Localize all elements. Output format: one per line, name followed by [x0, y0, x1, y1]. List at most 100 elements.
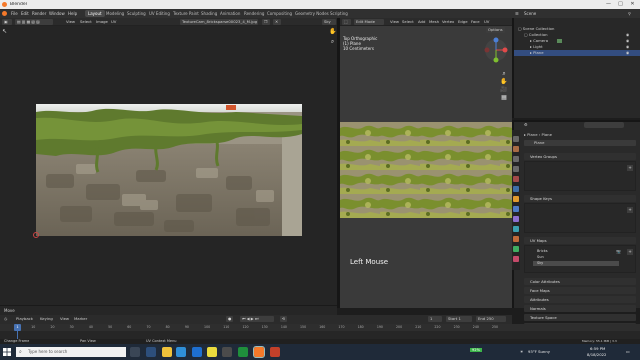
uv-map-add-button[interactable]: + [627, 249, 633, 255]
scene-tab-icon[interactable] [513, 176, 519, 182]
menu-select[interactable]: Select [78, 19, 94, 25]
chrome-icon[interactable] [207, 347, 217, 357]
timeline-editor-icon[interactable]: ◷ [2, 316, 9, 322]
tab-layout[interactable]: Layout [85, 10, 105, 17]
visibility-eye-icon[interactable]: ◉ [626, 50, 629, 56]
tab-uv-editing[interactable]: UV Editing [146, 10, 173, 17]
last-operator-panel[interactable]: Move [0, 305, 337, 315]
weather-text[interactable]: 93°F Sunny [528, 349, 550, 354]
menu-file[interactable]: File [11, 11, 18, 16]
vp-menu-add[interactable]: Add [416, 19, 427, 25]
uv-map-item-bricks[interactable]: Bricks [533, 249, 619, 254]
start-frame-field[interactable]: Start 1 [446, 316, 472, 322]
uv-maps-panel-header[interactable]: UV Maps [524, 237, 636, 244]
mode-selector[interactable]: Edit Mode [354, 19, 384, 25]
tab-geometry-nodes[interactable]: Geometry Nodes [292, 10, 332, 17]
windows-start-icon[interactable] [3, 348, 11, 356]
tool-tab-icon[interactable] [513, 136, 519, 142]
color-attributes-panel-header[interactable]: Color Attributes [524, 278, 636, 285]
mesh-data-name-field[interactable]: Plane [524, 140, 636, 146]
tab-compositing[interactable]: Compositing [264, 10, 295, 17]
pan-view-icon[interactable]: ✋ [500, 78, 508, 86]
object-tab-icon[interactable] [513, 196, 519, 202]
menu-window[interactable]: Window [49, 11, 65, 16]
vp-menu-select[interactable]: Select [400, 19, 416, 25]
timeline-menu-marker[interactable]: Marker [72, 316, 89, 322]
maximize-button[interactable]: □ [616, 1, 625, 8]
mesh-data-tab-icon[interactable] [513, 246, 519, 252]
tab-scripting[interactable]: Scripting [327, 10, 351, 17]
modifier-tab-icon[interactable] [513, 206, 519, 212]
powerpoint-icon[interactable] [270, 347, 280, 357]
shape-key-add-button[interactable]: + [627, 207, 633, 213]
uv-select-mode-toolbar[interactable]: ▤ ▥ ▦ ▧ ▨ [15, 19, 53, 25]
app-icon[interactable] [222, 347, 232, 357]
texture-space-panel-header[interactable]: Texture Space [524, 314, 636, 321]
outliner-filter-icon[interactable]: ⚲ [628, 11, 631, 16]
close-window-button[interactable]: ✕ [628, 1, 637, 8]
physics-tab-icon[interactable] [513, 226, 519, 232]
2d-cursor-icon[interactable] [33, 232, 39, 238]
uv-map-item-sun[interactable]: Sun [533, 255, 619, 260]
viewport-editor-type-icon[interactable]: ⬚ [342, 19, 351, 25]
taskbar-date[interactable]: 8/18/2022 [587, 352, 606, 357]
vp-menu-mesh[interactable]: Mesh [427, 19, 441, 25]
uv-map-item-sky[interactable]: Sky [533, 261, 619, 266]
editor-type-icon[interactable]: ▣ [2, 19, 12, 25]
timeline-menu-playback[interactable]: Playback [14, 316, 35, 322]
menu-render[interactable]: Render [32, 11, 46, 16]
textured-plane[interactable] [340, 122, 512, 218]
material-tab-icon[interactable] [513, 256, 519, 262]
vp-menu-uv[interactable]: UV [482, 19, 491, 25]
menu-uv[interactable]: UV [109, 19, 118, 25]
edge-browser-icon[interactable] [176, 347, 186, 357]
output-tab-icon[interactable] [513, 156, 519, 162]
notification-icon[interactable]: ▭ [626, 349, 630, 354]
attributes-panel-header[interactable]: Attributes [524, 296, 636, 303]
outliner-editor-icon[interactable]: ☰ [515, 11, 519, 16]
vertex-groups-list[interactable] [524, 161, 636, 191]
task-view-icon[interactable] [130, 347, 140, 357]
normals-panel-header[interactable]: Normals [524, 305, 636, 312]
timeline-menu-view[interactable]: View [58, 316, 71, 322]
menu-view[interactable]: View [64, 19, 77, 25]
image-name-field[interactable]: TextureCam_8ricksparse00023_4_M.jpg [180, 19, 258, 25]
camera-view-icon[interactable]: 🎥 [500, 86, 508, 94]
sync-icon[interactable]: ⟲ [280, 316, 288, 322]
store-icon[interactable] [192, 347, 202, 357]
navigation-gizmo[interactable] [483, 36, 509, 66]
vp-menu-edge[interactable]: Edge [456, 19, 470, 25]
minimize-button[interactable]: — [604, 1, 613, 8]
timeline-menu-keying[interactable]: Keying [38, 316, 55, 322]
menu-image[interactable]: Image [94, 19, 110, 25]
image-close-icon[interactable]: ✕ [273, 19, 281, 25]
hand-pan-icon[interactable]: ✋ [329, 28, 336, 35]
render-tab-icon[interactable] [513, 146, 519, 152]
constraints-tab-icon[interactable] [513, 236, 519, 242]
menu-edit[interactable]: Edit [21, 11, 29, 16]
particles-tab-icon[interactable] [513, 216, 519, 222]
face-maps-panel-header[interactable]: Face Maps [524, 287, 636, 294]
end-frame-field[interactable]: End 250 [476, 316, 506, 322]
current-frame-field[interactable]: 1 [428, 316, 442, 322]
outliner-row-plane[interactable]: ▸ Plane ◉ [514, 50, 640, 56]
properties-search-input[interactable] [584, 122, 624, 128]
tab-animation[interactable]: Animation [217, 10, 243, 17]
vertex-group-add-button[interactable]: + [627, 165, 633, 171]
cursor-tool-icon[interactable]: ↖ [2, 28, 7, 35]
record-button[interactable]: ● [226, 316, 234, 322]
shape-keys-list[interactable] [524, 203, 636, 233]
viewport-options-button[interactable]: Options [486, 27, 505, 33]
zoom-icon[interactable]: ⌕ [329, 38, 336, 45]
vp-menu-face[interactable]: Face [469, 19, 482, 25]
taskbar-search-box[interactable]: Type here to search [16, 347, 126, 357]
widgets-icon[interactable] [146, 347, 156, 357]
excel-icon[interactable] [238, 347, 248, 357]
playhead-frame-indicator[interactable]: 1 [14, 324, 21, 331]
uv-map-selector[interactable]: Sky [322, 19, 336, 25]
blender-menu-icon[interactable] [2, 11, 7, 16]
taskbar-time[interactable]: 6:59 PM [590, 346, 605, 351]
uv-camera-icon[interactable]: 📷 [616, 249, 621, 254]
playback-controls[interactable]: ⏮ ◀ ▶ ⏭ [240, 316, 274, 322]
grid-view-icon[interactable]: ▦ [500, 94, 508, 102]
